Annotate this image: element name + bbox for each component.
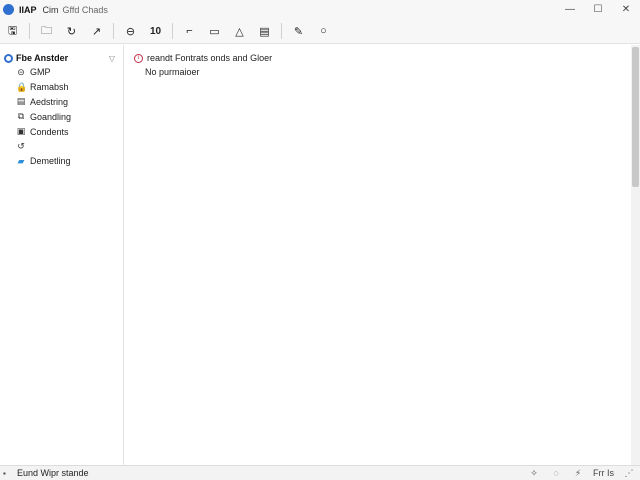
cursor-position: Frr Is [593, 468, 614, 478]
tree-item-condents[interactable]: ▣ Condents [0, 124, 123, 139]
status-right: ✧ ◌ ⚡ Frr Is ⋰ [523, 466, 640, 480]
status-icon: ▪ [3, 468, 6, 478]
maximize-button[interactable]: ☐ [584, 0, 612, 19]
title-bar: IIAP Cim Gffd Chads — ☐ ✕ [0, 0, 640, 19]
main-content: i reandt Fontrats onds and Gloer No purm… [125, 45, 631, 465]
app-icon [3, 4, 14, 15]
info-icon: i [134, 53, 143, 63]
scrollbar-thumb[interactable] [632, 47, 639, 187]
number-icon[interactable]: 10 [145, 21, 166, 41]
grip-icon[interactable]: ⋰ [618, 468, 640, 479]
sparkle-icon[interactable]: ✧ [523, 468, 545, 479]
triangle-icon[interactable]: △ [229, 21, 250, 41]
close-button[interactable]: ✕ [612, 0, 640, 19]
tree-item-goandling[interactable]: ⧉ Goandling [0, 109, 123, 124]
tree-item-label: Aedstring [30, 96, 69, 107]
app-subtitle: Cim [42, 4, 59, 15]
tree-item-label: Demetling [30, 156, 71, 167]
save-icon[interactable]: 🖫 [2, 21, 23, 41]
app-name: IIAP [19, 4, 37, 15]
vertical-scrollbar[interactable] [631, 45, 640, 465]
tree-item-label: Goandling [30, 111, 72, 122]
corner-icon[interactable]: ⌐ [179, 21, 200, 41]
document-icon: ▤ [16, 96, 26, 107]
undo-icon: ↺ [17, 140, 25, 151]
note-icon[interactable]: ▤ [254, 21, 275, 41]
tree-item-aedstring[interactable]: ▤ Aedstring [0, 95, 123, 110]
tree-root-label: Fbe Anstder [16, 53, 69, 63]
message-title: reandt Fontrats onds and Gloer [147, 53, 273, 63]
toolbar: 🖫 🗀 ↻ ↗ ⊖ 10 ⌐ ▭ △ ▤ ✎ ○ [0, 19, 640, 44]
toolbar-separator [113, 23, 114, 39]
image-icon[interactable]: ▭ [204, 21, 225, 41]
tree-item-label: Ramabsh [30, 82, 69, 93]
minus-circle-icon[interactable]: ⊖ [120, 21, 141, 41]
sync-icon[interactable]: ◌ [545, 468, 567, 478]
lock-icon: 🔒 [16, 81, 28, 92]
tree-item-demetling[interactable]: ▰ Demetling [0, 154, 123, 169]
tree-item-label: GMP [30, 67, 51, 78]
lightning-icon[interactable]: ⚡ [567, 468, 589, 479]
toolbar-separator [281, 23, 282, 39]
arrow-icon[interactable]: ↗ [86, 21, 107, 41]
folder-icon: ▰ [17, 155, 25, 166]
minimize-button[interactable]: — [556, 0, 584, 19]
tree-item-undo[interactable]: ↺ [0, 139, 123, 154]
tree-item-gmp[interactable]: ⊝ GMP [0, 65, 123, 80]
refresh-icon[interactable]: ↻ [61, 21, 82, 41]
tree-item-label: Condents [30, 126, 69, 137]
message-row: i reandt Fontrats onds and Gloer [134, 52, 631, 64]
sidebar-tree: Fbe Anstder ▽ ⊝ GMP 🔒 Ramabsh ▤ Aedstrin… [0, 45, 124, 465]
pencil-icon[interactable]: ✎ [288, 21, 309, 41]
tree-item-ramabsh[interactable]: 🔒 Ramabsh [0, 80, 123, 95]
status-bar: ▪ Eund Wipr stande ✧ ◌ ⚡ Frr Is ⋰ [0, 465, 640, 480]
status-text: Eund Wipr stande [17, 468, 89, 478]
toolbar-separator [172, 23, 173, 39]
open-folder-icon[interactable]: 🗀 [36, 21, 57, 41]
message-subtitle: No purmaioer [145, 67, 200, 77]
tree-root[interactable]: Fbe Anstder ▽ [0, 51, 123, 65]
collapse-icon[interactable]: ▽ [109, 54, 115, 63]
circle-icon[interactable]: ○ [313, 21, 334, 41]
grid-icon: ▣ [16, 126, 26, 137]
link-icon: ⊝ [17, 66, 25, 77]
toolbar-separator [29, 23, 30, 39]
root-node-icon [4, 53, 13, 63]
window-controls: — ☐ ✕ [556, 0, 640, 19]
puzzle-icon: ⧉ [17, 111, 25, 122]
document-title: Gffd Chads [62, 4, 108, 15]
